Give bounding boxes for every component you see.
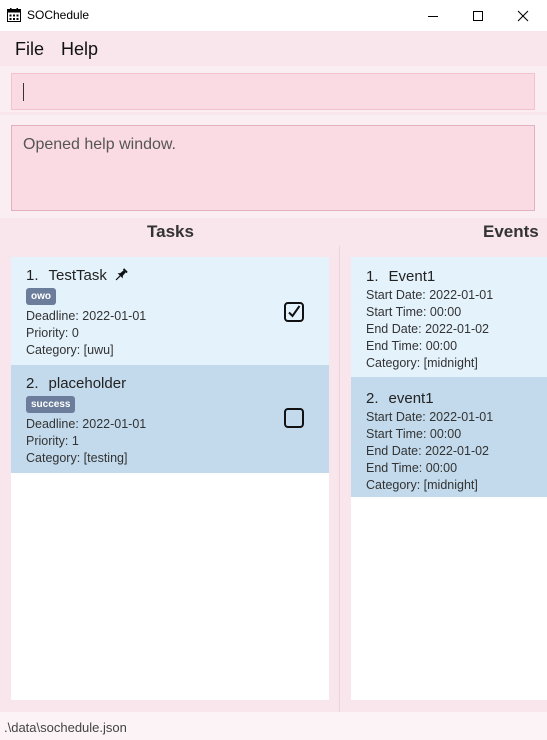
close-button[interactable] (500, 0, 546, 31)
menu-help[interactable]: Help (61, 39, 98, 60)
task-name: placeholder (48, 374, 127, 392)
task-card[interactable]: 1. TestTask owo Deadline: 2022-01-01 Pri… (11, 257, 329, 365)
maximize-button[interactable] (455, 0, 501, 31)
event-name: event1 (388, 389, 434, 407)
result-display-container: Opened help window. (0, 115, 547, 218)
window-titlebar: SOChedule (0, 0, 547, 31)
task-category: Category: [testing] (26, 451, 128, 465)
event-end-time: End Time: 00:00 (366, 461, 458, 475)
event-end-time: End Time: 00:00 (366, 339, 458, 353)
event-category: Category: [midnight] (366, 356, 478, 370)
event-end-date: End Date: 2022-01-02 (366, 322, 490, 336)
task-tag: success (26, 396, 76, 413)
task-complete-checkbox[interactable] (284, 302, 304, 322)
command-box (11, 73, 535, 110)
command-box-container (0, 66, 547, 112)
task-list[interactable]: 1. TestTask owo Deadline: 2022-01-01 Pri… (11, 257, 329, 700)
task-title: 2. placeholder (26, 372, 314, 394)
event-start-date: Start Date: 2022-01-01 (366, 288, 494, 302)
event-category: Category: [midnight] (366, 478, 478, 492)
task-name: TestTask (48, 266, 107, 284)
task-tag: owo (26, 288, 56, 305)
result-display: Opened help window. (11, 125, 535, 211)
event-card[interactable]: 2. event1 Start Date: 2022-01-01 Start T… (351, 377, 547, 497)
event-title: 1. Event1 (366, 265, 532, 287)
task-category: Category: [uwu] (26, 343, 114, 357)
task-card[interactable]: 2. placeholder success Deadline: 2022-01… (11, 365, 329, 473)
event-index: 2. (366, 389, 379, 407)
minimize-button[interactable] (410, 0, 456, 31)
pin-icon (115, 268, 128, 281)
task-complete-checkbox[interactable] (284, 408, 304, 428)
maximize-icon (473, 10, 483, 21)
event-index: 1. (366, 267, 379, 285)
calendar-icon (7, 8, 21, 22)
task-index: 1. (26, 266, 39, 284)
task-priority: Priority: 0 (26, 326, 79, 340)
panel-divider[interactable] (339, 246, 340, 712)
status-bar: .\data\sochedule.json (0, 712, 547, 740)
event-start-date: Start Date: 2022-01-01 (366, 410, 494, 424)
menu-bar: File Help (0, 31, 547, 65)
command-input[interactable] (12, 74, 534, 109)
events-header: Events (483, 222, 539, 241)
task-deadline: Deadline: 2022-01-01 (26, 309, 147, 323)
event-list[interactable]: 1. Event1 Start Date: 2022-01-01 Start T… (351, 257, 547, 700)
result-text: Opened help window. (23, 136, 176, 153)
event-start-time: Start Time: 00:00 (366, 427, 462, 441)
task-title: 1. TestTask (26, 264, 314, 286)
event-end-date: End Date: 2022-01-02 (366, 444, 490, 458)
task-priority: Priority: 1 (26, 434, 79, 448)
tasks-header: Tasks (147, 222, 194, 241)
task-deadline: Deadline: 2022-01-01 (26, 417, 147, 431)
event-name: Event1 (388, 267, 436, 285)
window-title: SOChedule (27, 8, 90, 22)
minimize-icon (428, 15, 438, 17)
data-file-path: .\data\sochedule.json (4, 720, 127, 735)
checkmark-icon (288, 305, 301, 318)
event-title: 2. event1 (366, 387, 532, 409)
event-card[interactable]: 1. Event1 Start Date: 2022-01-01 Start T… (351, 257, 547, 377)
close-icon (517, 10, 529, 21)
event-start-time: Start Time: 00:00 (366, 305, 462, 319)
menu-file[interactable]: File (15, 39, 44, 60)
task-index: 2. (26, 374, 39, 392)
